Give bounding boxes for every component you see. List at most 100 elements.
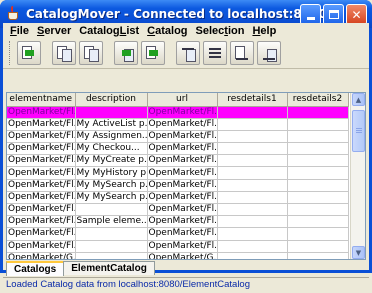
table-row[interactable]: OpenMarket/Fl... My MySearch p... OpenMark…	[7, 179, 349, 192]
cell-elementname[interactable]: OpenMarket/Fl...	[7, 130, 76, 144]
tab-catalogs[interactable]: Catalogs	[6, 261, 65, 276]
save-catalog-button[interactable]	[79, 41, 103, 65]
cell-elementname[interactable]: OpenMarket/G...	[7, 252, 76, 259]
column-header-description[interactable]: description	[75, 93, 148, 107]
export-button[interactable]	[141, 41, 165, 65]
cell-description[interactable]	[75, 252, 148, 259]
table-row[interactable]: OpenMarket/G... OpenMarket/G...	[7, 252, 349, 259]
cell-resdetails1[interactable]	[217, 227, 288, 241]
cell-resdetails2[interactable]	[287, 191, 349, 205]
cell-url[interactable]: OpenMarket/Fl...	[147, 142, 218, 156]
menu-catalog[interactable]: Catalog	[143, 25, 191, 37]
select-button[interactable]	[230, 41, 254, 65]
menu-file[interactable]: File	[6, 25, 33, 37]
cell-url[interactable]: OpenMarket/Fl...	[147, 166, 218, 180]
cell-resdetails2[interactable]	[287, 179, 349, 192]
cell-resdetails2[interactable]	[287, 215, 349, 229]
cell-url[interactable]: OpenMarket/Fl...	[147, 130, 218, 144]
cell-description[interactable]: My MyHistory p...	[75, 166, 148, 180]
cell-resdetails1[interactable]	[217, 166, 288, 180]
cell-url[interactable]: OpenMarket/Fl...	[147, 227, 218, 241]
cell-description[interactable]: My Assignmen...	[75, 130, 148, 144]
cell-elementname[interactable]: OpenMarket/Fl...	[7, 240, 76, 253]
toolbar-grip[interactable]	[9, 41, 13, 65]
cell-url[interactable]: OpenMarket/G...	[147, 252, 218, 259]
cell-resdetails1[interactable]	[217, 106, 288, 119]
table-row[interactable]: OpenMarket/Fl... My MyHistory p... OpenMar…	[7, 166, 349, 180]
cell-resdetails2[interactable]	[287, 118, 349, 131]
menu-selection[interactable]: Selection	[192, 25, 249, 37]
cell-url[interactable]: OpenMarket/Fl...	[147, 240, 218, 253]
cell-resdetails1[interactable]	[217, 154, 288, 168]
cell-url[interactable]: OpenMarket/Fl...	[147, 215, 218, 229]
cell-description[interactable]	[75, 203, 148, 217]
cell-url[interactable]: OpenMarket/Fl...	[147, 106, 218, 119]
scroll-down-button[interactable]: ▼	[352, 246, 365, 259]
cell-description[interactable]	[75, 240, 148, 253]
cell-resdetails1[interactable]	[217, 179, 288, 192]
cell-description[interactable]: My ActiveList p...	[75, 118, 148, 131]
import-button[interactable]	[114, 41, 138, 65]
cell-resdetails2[interactable]	[287, 240, 349, 253]
cell-elementname[interactable]: OpenMarket/Fl...	[7, 166, 76, 180]
column-header-url[interactable]: url	[147, 93, 218, 107]
cell-elementname[interactable]: OpenMarket/Fl...	[7, 106, 76, 119]
cell-resdetails1[interactable]	[217, 118, 288, 131]
cell-elementname[interactable]: OpenMarket/Fl...	[7, 227, 76, 241]
scroll-thumb[interactable]	[352, 110, 365, 152]
cell-elementname[interactable]: OpenMarket/Fl...	[7, 142, 76, 156]
rename-button[interactable]	[176, 41, 200, 65]
cell-resdetails1[interactable]	[217, 240, 288, 253]
cell-elementname[interactable]: OpenMarket/Fl...	[7, 179, 76, 192]
column-header-elementname[interactable]: elementname	[7, 93, 76, 107]
cell-description[interactable]: My MySearch p...	[75, 191, 148, 205]
edit-list-button[interactable]	[203, 41, 227, 65]
scroll-up-button[interactable]: ▲	[352, 93, 365, 106]
cell-elementname[interactable]: OpenMarket/Fl...	[7, 154, 76, 168]
table-row[interactable]: OpenMarket/Fl... My ActiveList p... OpenMa…	[7, 118, 349, 131]
cell-url[interactable]: OpenMarket/Fl...	[147, 203, 218, 217]
vertical-scrollbar[interactable]: ▲ ▼	[350, 93, 365, 259]
maximize-button[interactable]	[323, 4, 344, 25]
cell-resdetails1[interactable]	[217, 142, 288, 156]
menu-server[interactable]: Server	[33, 25, 75, 37]
table-row[interactable]: OpenMarket/Fl... OpenMarket/Fl...	[7, 227, 349, 241]
cell-resdetails2[interactable]	[287, 227, 349, 241]
cell-elementname[interactable]: OpenMarket/Fl...	[7, 203, 76, 217]
cell-url[interactable]: OpenMarket/Fl...	[147, 118, 218, 131]
cell-url[interactable]: OpenMarket/Fl...	[147, 191, 218, 205]
cell-resdetails2[interactable]	[287, 203, 349, 217]
column-header-resdetails2[interactable]: resdetails2	[287, 93, 349, 107]
table-row[interactable]: OpenMarket/Fl... OpenMarket/Fl...	[7, 203, 349, 217]
table-row[interactable]: OpenMarket/Fl... My Checkou... OpenMarket/…	[7, 142, 349, 156]
minimize-button[interactable]	[300, 4, 321, 25]
cell-resdetails2[interactable]	[287, 142, 349, 156]
cell-resdetails1[interactable]	[217, 215, 288, 229]
cell-resdetails1[interactable]	[217, 203, 288, 217]
cell-resdetails2[interactable]	[287, 252, 349, 259]
cell-elementname[interactable]: OpenMarket/Fl...	[7, 191, 76, 205]
cell-resdetails1[interactable]	[217, 130, 288, 144]
cell-resdetails1[interactable]	[217, 191, 288, 205]
menu-cataloglist[interactable]: CatalogList	[75, 25, 143, 37]
open-catalog-button[interactable]	[52, 41, 76, 65]
cell-resdetails2[interactable]	[287, 154, 349, 168]
cell-resdetails1[interactable]	[217, 252, 288, 259]
connect-button[interactable]	[17, 41, 41, 65]
cell-resdetails2[interactable]	[287, 106, 349, 119]
deselect-button[interactable]	[257, 41, 281, 65]
table-row[interactable]: OpenMarket/Fl... My MyCreate p... OpenMark…	[7, 154, 349, 168]
table-row[interactable]: OpenMarket/Fl... OpenMarket/Fl...	[7, 240, 349, 253]
column-header-resdetails1[interactable]: resdetails1	[217, 93, 288, 107]
cell-description[interactable]	[75, 106, 148, 119]
cell-resdetails2[interactable]	[287, 130, 349, 144]
menu-help[interactable]: Help	[248, 25, 280, 37]
cell-elementname[interactable]: OpenMarket/Fl...	[7, 118, 76, 131]
cell-resdetails2[interactable]	[287, 166, 349, 180]
cell-description[interactable]: My MySearch p...	[75, 179, 148, 192]
cell-url[interactable]: OpenMarket/Fl...	[147, 179, 218, 192]
cell-url[interactable]: OpenMarket/Fl...	[147, 154, 218, 168]
table-row[interactable]: OpenMarket/Fl... My Assignmen... OpenMarke…	[7, 130, 349, 144]
cell-description[interactable]	[75, 227, 148, 241]
cell-description[interactable]: Sample eleme...	[75, 215, 148, 229]
